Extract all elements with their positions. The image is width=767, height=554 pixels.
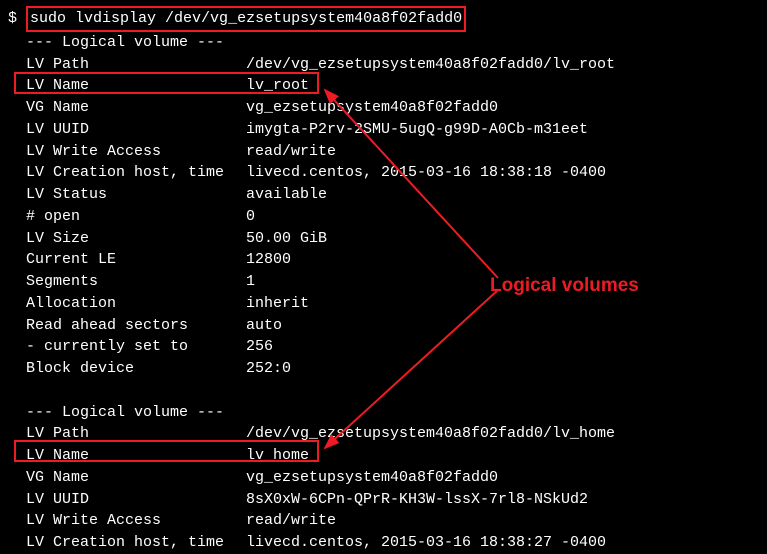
row-value: 1	[246, 271, 255, 293]
table-row: # open0	[8, 206, 759, 228]
row-key: - currently set to	[26, 336, 246, 358]
lv2-rows: LV Path/dev/vg_ezsetupsystem40a8f02fadd0…	[8, 423, 759, 554]
row-value: 8sX0xW-6CPn-QPrR-KH3W-lssX-7rl8-NSkUd2	[246, 489, 588, 511]
table-row: LV Namelv_home	[8, 445, 759, 467]
table-row: Segments1	[8, 271, 759, 293]
row-value: inherit	[246, 293, 309, 315]
table-row: LV UUIDimygta-P2rv-2SMU-5ugQ-g99D-A0Cb-m…	[8, 119, 759, 141]
row-key: LV Name	[26, 75, 246, 97]
row-key: LV Write Access	[26, 510, 246, 532]
table-row: LV Write Accessread/write	[8, 141, 759, 163]
row-key: VG Name	[26, 467, 246, 489]
row-value: lv_home	[246, 445, 309, 467]
command-text: sudo lvdisplay /dev/vg_ezsetupsystem40a8…	[30, 10, 462, 27]
row-value: auto	[246, 315, 282, 337]
table-row: LV Path/dev/vg_ezsetupsystem40a8f02fadd0…	[8, 423, 759, 445]
terminal-prompt-line: $ sudo lvdisplay /dev/vg_ezsetupsystem40…	[8, 6, 759, 32]
row-value: read/write	[246, 141, 336, 163]
row-value: 12800	[246, 249, 291, 271]
row-value: 0	[246, 206, 255, 228]
lv1-header: --- Logical volume ---	[8, 32, 759, 54]
row-key: Current LE	[26, 249, 246, 271]
row-value: read/write	[246, 510, 336, 532]
row-key: Read ahead sectors	[26, 315, 246, 337]
row-value: vg_ezsetupsystem40a8f02fadd0	[246, 467, 498, 489]
prompt-symbol: $	[8, 10, 17, 27]
row-value: /dev/vg_ezsetupsystem40a8f02fadd0/lv_roo…	[246, 54, 615, 76]
row-key: LV Creation host, time	[26, 162, 246, 184]
row-key: Segments	[26, 271, 246, 293]
row-key: Allocation	[26, 293, 246, 315]
table-row: VG Namevg_ezsetupsystem40a8f02fadd0	[8, 97, 759, 119]
row-key: LV Size	[26, 228, 246, 250]
row-value: 256	[246, 336, 273, 358]
row-value: 50.00 GiB	[246, 228, 327, 250]
table-row: Read ahead sectorsauto	[8, 315, 759, 337]
table-row: Block device252:0	[8, 358, 759, 380]
row-key: LV Name	[26, 445, 246, 467]
table-row: LV Size50.00 GiB	[8, 228, 759, 250]
row-key: VG Name	[26, 97, 246, 119]
table-row: - currently set to256	[8, 336, 759, 358]
blank-line	[8, 380, 759, 402]
table-row: LV Statusavailable	[8, 184, 759, 206]
lv2-header: --- Logical volume ---	[8, 402, 759, 424]
row-value: lv_root	[246, 75, 309, 97]
row-key: LV Path	[26, 423, 246, 445]
table-row: Allocationinherit	[8, 293, 759, 315]
command-highlight-box: sudo lvdisplay /dev/vg_ezsetupsystem40a8…	[26, 6, 466, 32]
row-key: # open	[26, 206, 246, 228]
table-row: LV Creation host, timelivecd.centos, 201…	[8, 162, 759, 184]
table-row: Current LE12800	[8, 249, 759, 271]
row-value: available	[246, 184, 327, 206]
row-value: /dev/vg_ezsetupsystem40a8f02fadd0/lv_hom…	[246, 423, 615, 445]
lv1-rows: LV Path/dev/vg_ezsetupsystem40a8f02fadd0…	[8, 54, 759, 380]
row-key: LV Path	[26, 54, 246, 76]
table-row: LV Write Accessread/write	[8, 510, 759, 532]
row-value: vg_ezsetupsystem40a8f02fadd0	[246, 97, 498, 119]
table-row: LV Path/dev/vg_ezsetupsystem40a8f02fadd0…	[8, 54, 759, 76]
annotation-label: Logical volumes	[490, 272, 639, 300]
row-key: LV UUID	[26, 489, 246, 511]
row-key: LV Status	[26, 184, 246, 206]
row-key: Block device	[26, 358, 246, 380]
row-key: LV UUID	[26, 119, 246, 141]
row-key: LV Write Access	[26, 141, 246, 163]
table-row: LV UUID8sX0xW-6CPn-QPrR-KH3W-lssX-7rl8-N…	[8, 489, 759, 511]
row-value: imygta-P2rv-2SMU-5ugQ-g99D-A0Cb-m31eet	[246, 119, 588, 141]
table-row: VG Namevg_ezsetupsystem40a8f02fadd0	[8, 467, 759, 489]
row-value: 252:0	[246, 358, 291, 380]
row-value: livecd.centos, 2015-03-16 18:38:18 -0400	[246, 162, 606, 184]
table-row: LV Namelv_root	[8, 75, 759, 97]
